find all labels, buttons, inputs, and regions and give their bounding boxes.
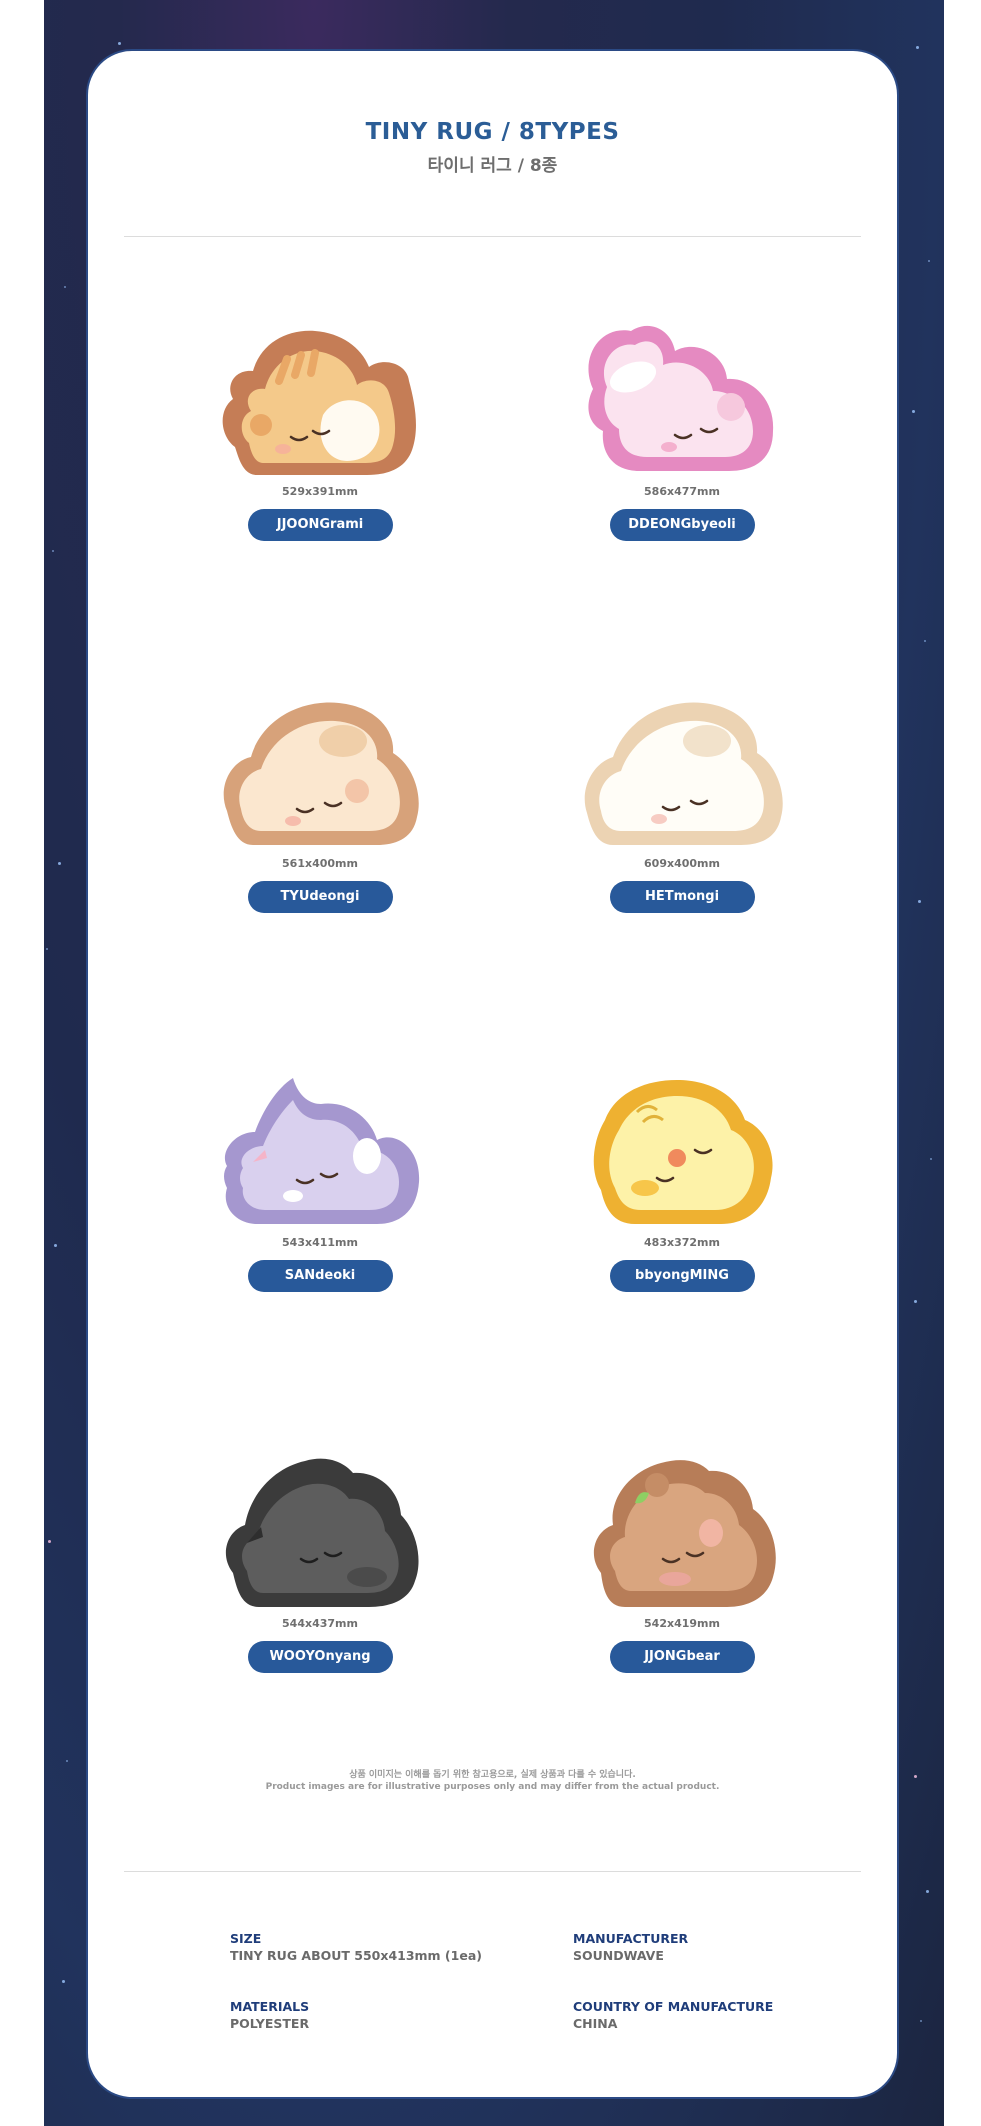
chick-rug-icon (593, 1080, 773, 1224)
spec-label: MANUFACTURER (573, 1931, 689, 1946)
product-item: 586x477mm DDEONGbyeoli (567, 319, 797, 541)
rug-size: 529x391mm (282, 485, 358, 498)
rug-name-button[interactable]: JJONGbear (609, 1641, 755, 1673)
rug-size: 561x400mm (282, 857, 358, 870)
product-item: 544x437mm WOOYOnyang (205, 1451, 435, 1673)
spec-materials: MATERIALS POLYESTER (230, 1999, 530, 2031)
white-puppy-rug-icon (584, 702, 783, 845)
rug-size: 483x372mm (644, 1236, 720, 1249)
cat-rug-icon (224, 1078, 420, 1224)
rug-name-button[interactable]: JJOONGrami (247, 509, 393, 541)
rug-name-button[interactable]: bbyongMING (609, 1260, 755, 1292)
product-item: 483x372mm bbyongMING (567, 1070, 797, 1292)
rug-size: 543x411mm (282, 1236, 358, 1249)
spec-label: COUNTRY OF MANUFACTURE (573, 1999, 774, 2014)
spec-label: SIZE (230, 1931, 262, 1946)
spec-size: SIZE TINY RUG ABOUT 550x413mm (1ea) (230, 1931, 530, 1963)
rug-name-button[interactable]: WOOYOnyang (247, 1641, 393, 1673)
spec-value: TINY RUG ABOUT 550x413mm (1ea) (230, 1948, 482, 1963)
product-item: 543x411mm SANdeoki (205, 1070, 435, 1292)
black-cat-rug-icon (225, 1458, 419, 1607)
puppy-rug-icon (223, 702, 419, 845)
rug-size: 544x437mm (282, 1617, 358, 1630)
rug-name-button[interactable]: HETmongi (609, 881, 755, 913)
product-item: 561x400mm TYUdeongi (205, 691, 435, 913)
rug-name-button[interactable]: SANdeoki (247, 1260, 393, 1292)
disclaimer-korean: 상품 이미지는 이해를 돕기 위한 참고용으로, 실제 상품과 다를 수 있습니… (349, 1770, 636, 1780)
product-item: 529x391mm JJOONGrami (205, 319, 435, 541)
spec-value: POLYESTER (230, 2016, 310, 2031)
disclaimer-english: Product images are for illustrative purp… (265, 1782, 720, 1792)
spec-value: CHINA (573, 2016, 618, 2031)
page-subtitle: 타이니 러그 / 8종 (427, 156, 558, 176)
page-title: TINY RUG / 8TYPES (365, 119, 620, 145)
spec-manufacturer: MANUFACTURER SOUNDWAVE (573, 1931, 873, 1963)
rug-name-button[interactable]: DDEONGbyeoli (609, 509, 755, 541)
rug-size: 586x477mm (644, 485, 720, 498)
spec-label: MATERIALS (230, 1999, 310, 2014)
spec-country: COUNTRY OF MANUFACTURE CHINA (573, 1999, 873, 2031)
rug-size: 609x400mm (644, 857, 720, 870)
product-item: 542x419mm JJONGbear (567, 1451, 797, 1673)
rug-name-button[interactable]: TYUdeongi (247, 881, 393, 913)
rug-size: 542x419mm (644, 1617, 720, 1630)
divider (124, 1871, 861, 1872)
bear-rug-icon (593, 1460, 776, 1607)
tiger-rug-icon (222, 330, 416, 475)
divider (124, 236, 861, 237)
product-card: TINY RUG / 8TYPES 타이니 러그 / 8종 529x391mm … (88, 51, 897, 2097)
bunny-rug-icon (588, 325, 774, 471)
product-item: 609x400mm HETmongi (567, 691, 797, 913)
spec-value: SOUNDWAVE (573, 1948, 664, 1963)
